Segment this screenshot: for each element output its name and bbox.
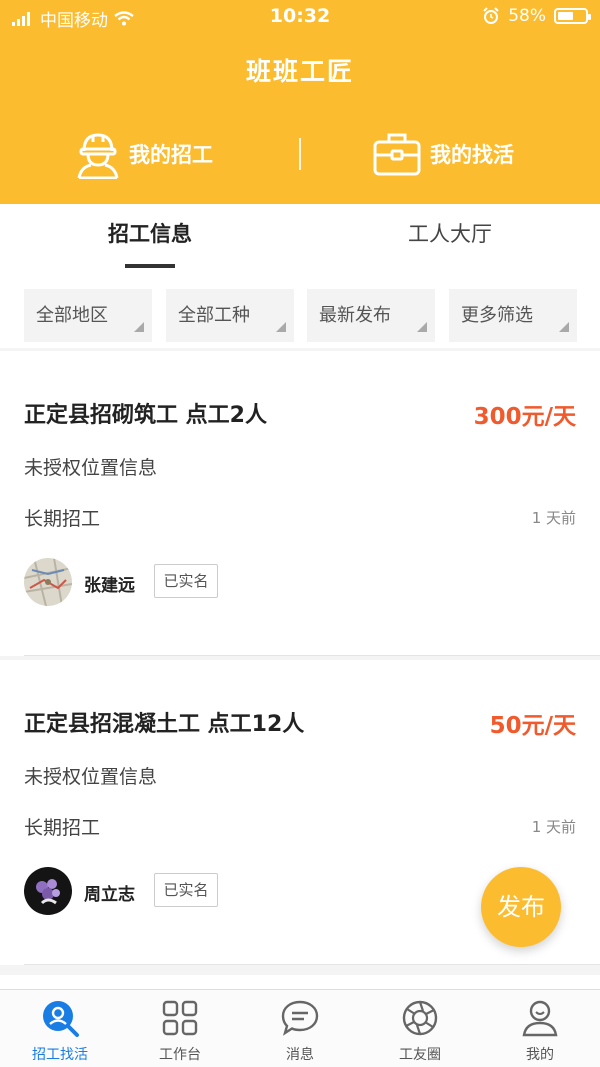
poster-name: 张建远: [84, 576, 135, 596]
filter-region-label: 全部地区: [36, 305, 108, 326]
battery-icon: [554, 8, 591, 24]
dropdown-triangle-icon: [417, 322, 427, 332]
listing-time: 1 天前: [531, 818, 576, 836]
aperture-icon: [402, 1000, 438, 1036]
status-right: 58%: [482, 6, 591, 26]
avatar[interactable]: [24, 558, 72, 606]
listing-price: 50元/天: [489, 713, 576, 739]
filter-sort[interactable]: 最新发布: [307, 289, 435, 342]
verified-badge: 已实名: [154, 564, 218, 598]
avatar-image: [24, 867, 72, 915]
tabbar-label: 消息: [286, 1047, 314, 1063]
battery-fill: [558, 12, 573, 20]
listing-price: 300元/天: [473, 404, 576, 430]
avatar-image: [24, 558, 72, 606]
my-jobs-button[interactable]: 我的找活: [372, 126, 514, 182]
tabbar-label: 我的: [526, 1047, 554, 1063]
alarm-icon: [483, 7, 499, 24]
status-bar: 中国移动 10:32 58%: [0, 0, 600, 34]
tabbar-label: 招工找活: [32, 1047, 88, 1063]
card-divider: [24, 964, 600, 965]
my-recruit-label: 我的招工: [129, 143, 213, 167]
listing-type: 长期招工: [24, 508, 101, 530]
chat-bubble-icon: [281, 1000, 319, 1036]
app-title: 班班工匠: [245, 57, 354, 86]
listing-time: 1 天前: [531, 509, 576, 527]
tabbar-item-workbench[interactable]: 工作台: [120, 990, 240, 1067]
job-listing-card-partial: [0, 975, 600, 989]
filter-region[interactable]: 全部地区: [24, 289, 152, 342]
verified-badge: 已实名: [154, 873, 218, 907]
worker-icon: [77, 133, 119, 179]
dropdown-triangle-icon: [559, 322, 569, 332]
tabbar-label: 工友圈: [399, 1047, 441, 1063]
tabbar-item-messages[interactable]: 消息: [240, 990, 360, 1067]
my-recruit-button[interactable]: 我的招工: [75, 126, 213, 182]
user-icon: [522, 1000, 558, 1037]
listing-location: 未授权位置信息: [24, 457, 158, 479]
filter-more[interactable]: 更多筛选: [449, 289, 577, 342]
battery-percent: 58%: [508, 6, 546, 26]
briefcase-icon: [373, 133, 421, 176]
tabbar-item-recruit[interactable]: 招工找活: [0, 990, 120, 1067]
filter-trade[interactable]: 全部工种: [166, 289, 294, 342]
tab-worker-hall[interactable]: 工人大厅: [300, 218, 600, 248]
header-divider: [299, 138, 301, 170]
filter-more-label: 更多筛选: [461, 305, 533, 326]
filter-sort-label: 最新发布: [319, 305, 391, 326]
publish-button[interactable]: 发布: [481, 867, 561, 947]
listing-type: 长期招工: [24, 817, 101, 839]
tabbar-label: 工作台: [159, 1047, 201, 1063]
grid-icon: [162, 1000, 198, 1036]
bottom-tab-bar: 招工找活 工作台 消息 工友圈 我的: [0, 989, 600, 1067]
listing-title: 正定县招混凝土工 点工12人: [24, 712, 305, 737]
dropdown-triangle-icon: [276, 322, 286, 332]
tab-recruit-info[interactable]: 招工信息: [0, 218, 300, 248]
avatar[interactable]: [24, 867, 72, 915]
filter-bar: 全部地区 全部工种 最新发布 更多筛选: [0, 268, 600, 348]
search-person-icon: [43, 1001, 79, 1037]
app-header: 中国移动 10:32 58% 班班工匠 我的招工 我的找活: [0, 0, 600, 204]
listing-title: 正定县招砌筑工 点工2人: [24, 403, 267, 428]
card-divider: [24, 655, 600, 656]
listing-location: 未授权位置信息: [24, 766, 158, 788]
tabbar-item-community[interactable]: 工友圈: [360, 990, 480, 1067]
dropdown-triangle-icon: [134, 322, 144, 332]
my-jobs-label: 我的找活: [430, 143, 514, 167]
job-listing-card[interactable]: 正定县招砌筑工 点工2人 300元/天 未授权位置信息 长期招工 1 天前 张建…: [0, 351, 600, 656]
content-tabs: 招工信息 工人大厅: [0, 204, 600, 268]
filter-trade-label: 全部工种: [178, 305, 250, 326]
tabbar-item-profile[interactable]: 我的: [480, 990, 600, 1067]
poster-name: 周立志: [84, 885, 135, 905]
